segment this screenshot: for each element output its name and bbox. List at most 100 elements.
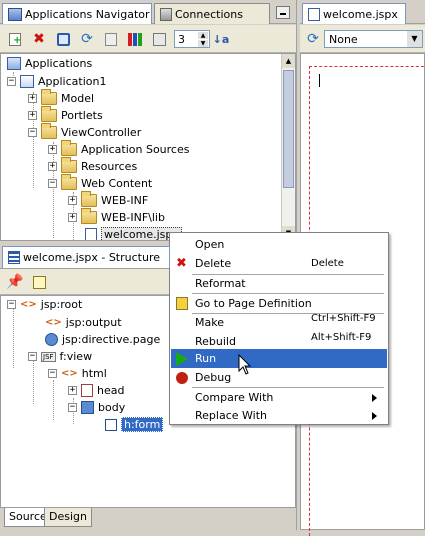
collapse-icon[interactable]: −	[28, 128, 37, 137]
expand-icon[interactable]: +	[28, 111, 37, 120]
collapse-icon[interactable]: −	[48, 179, 57, 188]
menu-item-compare-with[interactable]: Compare With	[171, 388, 387, 407]
tab-design[interactable]: Design	[44, 508, 92, 527]
jspx-file-icon	[85, 228, 97, 240]
tree-label: Application Sources	[81, 143, 190, 156]
menu-item-delete[interactable]: ✖ Delete Delete	[171, 254, 387, 273]
jspx-file-icon	[308, 7, 320, 21]
tab-connections[interactable]: Connections	[154, 3, 270, 24]
tab-welcome-jspx[interactable]: welcome.jspx	[302, 3, 406, 24]
editor-tabbar: welcome.jspx	[300, 0, 425, 24]
tree-label: WEB-INF\lib	[101, 211, 165, 224]
structure-node-h-form[interactable]: h:form	[105, 416, 164, 433]
sort-icon[interactable]: ↓a	[212, 30, 230, 48]
connections-icon	[160, 7, 172, 21]
page-definition-icon	[176, 297, 188, 310]
tree-label: Web Content	[81, 177, 153, 190]
folder-icon	[61, 174, 77, 190]
applications-icon	[7, 57, 21, 70]
tree-item-resources[interactable]: + Resources	[48, 157, 137, 175]
tree-item-application1[interactable]: − Application1	[7, 73, 106, 90]
navigator-icon	[8, 7, 22, 21]
run-icon	[176, 351, 188, 366]
structure-node-jsp-output[interactable]: <> jsp:output	[45, 314, 122, 331]
library-icon[interactable]	[126, 30, 144, 48]
collapse-icon[interactable]: −	[7, 77, 16, 86]
tag-icon: <>	[45, 317, 62, 328]
search-icon[interactable]	[54, 30, 72, 48]
scrollbar-thumb[interactable]	[283, 70, 294, 188]
expand-icon[interactable]: +	[48, 145, 57, 154]
menu-item-debug[interactable]: Debug	[171, 368, 387, 387]
structure-node-jsp-root[interactable]: − <> jsp:root	[7, 296, 82, 313]
collapse-icon[interactable]: −	[68, 403, 77, 412]
delete-icon: ✖	[176, 256, 187, 271]
menu-shortcut: Ctrl+Shift-F9	[311, 313, 376, 324]
jsf-icon: JSF	[41, 351, 56, 362]
tab-structure[interactable]: welcome.jspx - Structure	[2, 246, 170, 268]
submenu-arrow-icon	[372, 411, 377, 420]
tab-label: Applications Navigator	[25, 7, 150, 21]
copy-icon[interactable]	[150, 30, 168, 48]
collapse-icon[interactable]: −	[7, 300, 16, 309]
minimize-button[interactable]	[276, 6, 290, 19]
tree-item-model[interactable]: + Model	[28, 89, 95, 107]
structure-node-head[interactable]: + head	[68, 382, 124, 399]
tag-icon: <>	[20, 299, 37, 310]
tree-label: jsp:output	[65, 316, 122, 329]
tree-item-applications[interactable]: Applications	[7, 55, 92, 72]
structure-node-body[interactable]: − body	[68, 399, 125, 416]
spinner-down-icon[interactable]: ▼	[198, 40, 208, 47]
menu-item-open[interactable]: Open	[171, 235, 387, 254]
tree-item-welcome-jspx[interactable]: welcome.jspx	[85, 226, 182, 240]
folder-icon	[61, 140, 77, 156]
tag-icon: <>	[61, 368, 78, 379]
new-icon[interactable]: +	[6, 30, 24, 48]
spinner-up-icon[interactable]: ▲	[198, 32, 208, 39]
expand-icon[interactable]: +	[48, 162, 57, 171]
collapse-icon[interactable]: −	[28, 352, 37, 361]
collapse-icon[interactable]: −	[48, 369, 57, 378]
tree-label: body	[98, 401, 126, 414]
expand-icon[interactable]: +	[68, 196, 77, 205]
menu-item-go-to-page-definition[interactable]: Go to Page Definition	[171, 294, 387, 313]
tree-label: jsp:root	[40, 298, 83, 311]
tree-item-web-inf[interactable]: + WEB-INF	[68, 191, 148, 209]
structure-node-f-view[interactable]: − JSF f:view	[28, 348, 92, 365]
expand-icon[interactable]: +	[28, 94, 37, 103]
navigator-scrollbar[interactable]: ▲ ▼	[281, 54, 295, 240]
menu-item-replace-with[interactable]: Replace With	[171, 406, 387, 425]
menu-label: Reformat	[195, 277, 246, 290]
tree-item-portlets[interactable]: + Portlets	[28, 106, 103, 124]
tab-label: Connections	[175, 7, 243, 21]
level-spinner[interactable]: 3 ▲ ▼	[174, 30, 210, 48]
menu-item-reformat[interactable]: Reformat	[171, 274, 387, 293]
menu-label: Run	[195, 352, 217, 365]
tree-item-application-sources[interactable]: + Application Sources	[48, 140, 190, 158]
submenu-arrow-icon	[372, 393, 377, 402]
pin-icon[interactable]: 📌	[6, 273, 24, 291]
delete-icon[interactable]: ✖	[30, 30, 48, 48]
tree-item-web-inf-lib[interactable]: + WEB-INF\lib	[68, 208, 165, 226]
css-select[interactable]: None ▼	[324, 30, 423, 48]
structure-node-jsp-directive-page[interactable]: jsp:directive.page	[45, 331, 160, 348]
expand-icon[interactable]: +	[68, 386, 77, 395]
tree-item-web-content[interactable]: − Web Content	[48, 174, 153, 192]
tree-item-viewcontroller[interactable]: − ViewController	[28, 123, 141, 141]
select-value: None	[329, 33, 358, 46]
properties-icon[interactable]	[102, 30, 120, 48]
scroll-up-icon[interactable]: ▲	[282, 54, 295, 68]
expand-icon[interactable]: +	[68, 213, 77, 222]
tree-label: jsp:directive.page	[62, 333, 161, 346]
tab-applications-navigator[interactable]: Applications Navigator	[2, 3, 152, 24]
refresh-icon[interactable]: ⟳	[78, 30, 96, 48]
menu-item-run[interactable]: Run	[171, 349, 387, 368]
refresh-icon[interactable]: ⟳	[304, 30, 322, 48]
tree-label: Model	[61, 92, 95, 105]
context-menu: Open ✖ Delete Delete Reformat Go to Page…	[169, 232, 389, 425]
menu-item-make[interactable]: Make Ctrl+Shift-F9	[171, 313, 387, 332]
application-icon	[20, 75, 34, 88]
edit-icon[interactable]	[30, 273, 48, 291]
chevron-down-icon[interactable]: ▼	[407, 31, 422, 47]
structure-node-html[interactable]: − <> html	[48, 365, 107, 382]
